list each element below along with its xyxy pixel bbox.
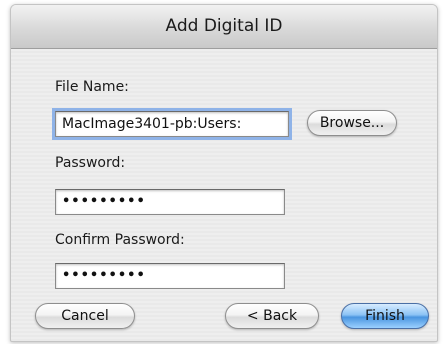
browse-button[interactable]: Browse... (307, 110, 397, 136)
back-button[interactable]: < Back (225, 303, 319, 329)
password-label: Password: (55, 155, 126, 171)
password-field[interactable]: ••••••••• (55, 189, 285, 215)
confirm-password-field[interactable]: ••••••••• (55, 263, 285, 289)
dialog-title: Add Digital ID (11, 5, 437, 49)
add-digital-id-dialog: Add Digital ID File Name: MacImage3401-p… (10, 4, 438, 342)
file-name-field[interactable]: MacImage3401-pb:Users: (52, 108, 292, 140)
finish-button[interactable]: Finish (341, 303, 429, 329)
file-name-label: File Name: (55, 79, 129, 95)
cancel-button[interactable]: Cancel (35, 303, 135, 329)
confirm-password-label: Confirm Password: (55, 232, 185, 248)
